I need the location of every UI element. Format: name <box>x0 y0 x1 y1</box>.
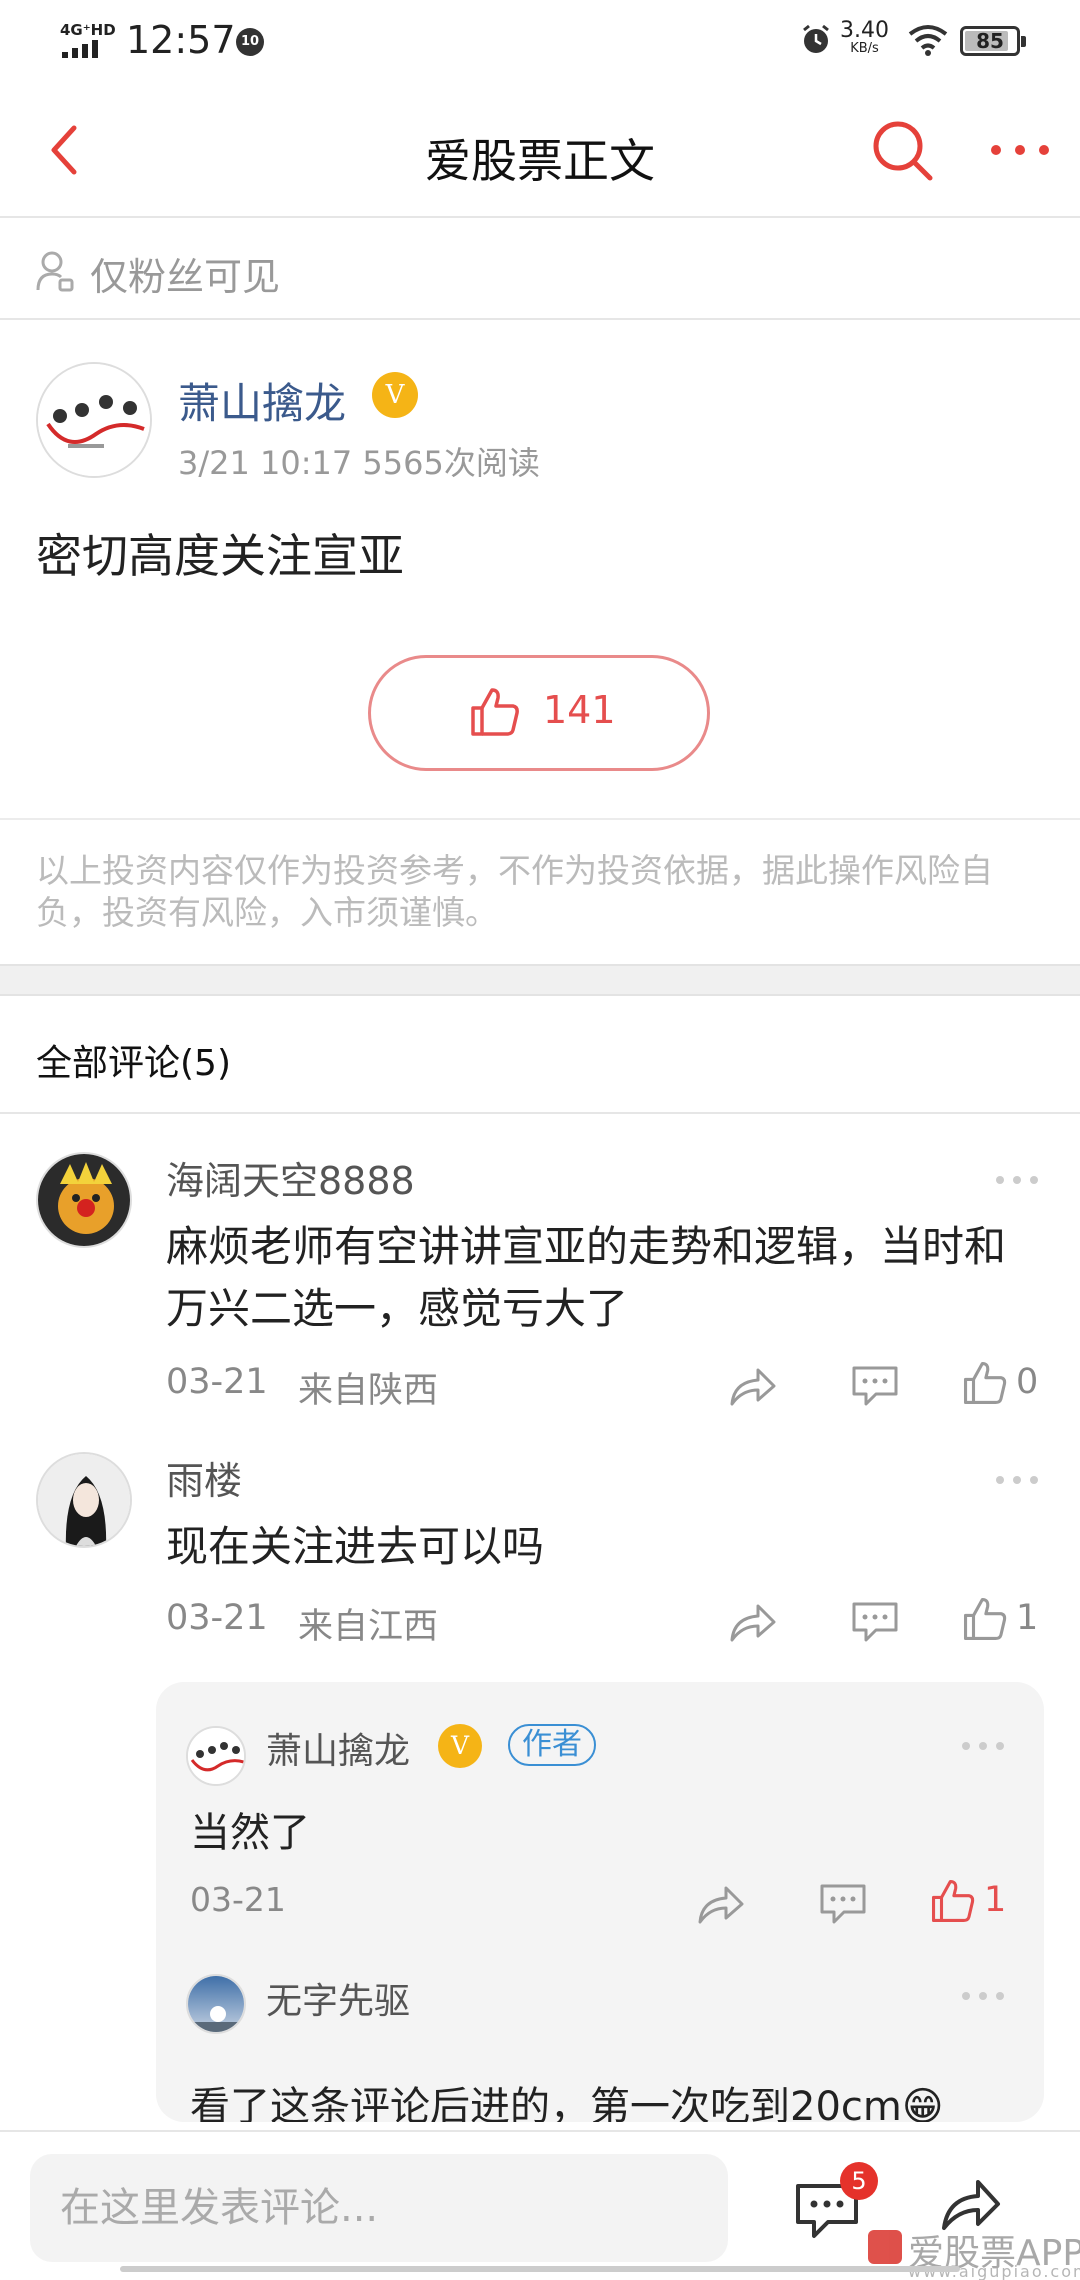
share-icon[interactable] <box>696 1882 746 1926</box>
disclaimer-section: 以上投资内容仅作为投资参考，不作为投资依据，据此操作风险自负，投资有风险，入市须… <box>0 818 1080 964</box>
reply-author-name[interactable]: 无字先驱 <box>266 1972 410 2024</box>
reply-avatar-image <box>188 1728 244 1784</box>
comment-item: 雨楼 现在关注进去可以吗 03-21 来自江西 1 <box>0 1450 1080 1680</box>
visibility-notice: 仅粉丝可见 <box>0 220 1080 320</box>
wifi-icon <box>908 25 948 56</box>
reply-date: 03-21 <box>190 1880 286 1919</box>
commenter-avatar-image <box>38 1454 130 1546</box>
commenter-avatar[interactable] <box>36 1452 132 1548</box>
post-author: 萧山擒龙 V 3/21 10:17 5565次阅读 <box>0 360 1080 490</box>
alarm-icon <box>803 24 829 53</box>
comment-date: 03-21 <box>166 1598 268 1638</box>
reply-avatar[interactable] <box>186 1974 246 2034</box>
commenter-name[interactable]: 海阔天空8888 <box>166 1150 415 1205</box>
network-indicator: 4G⁺HD <box>60 21 116 39</box>
battery-level: 85 <box>976 29 1004 53</box>
thumbs-up-icon <box>471 688 519 736</box>
comment-date: 03-21 <box>166 1362 268 1402</box>
speed-value: 3.40 <box>840 18 889 43</box>
reply-icon[interactable] <box>850 1364 900 1406</box>
user-lock-icon <box>36 251 74 292</box>
reply-avatar[interactable] <box>186 1726 246 1786</box>
speed-unit: KB/s <box>850 41 879 56</box>
comment-more-icon[interactable] <box>994 1174 1040 1186</box>
author-tag: 作者 <box>508 1724 596 1766</box>
commenter-name[interactable]: 雨楼 <box>166 1450 242 1505</box>
reply-icon[interactable] <box>850 1600 900 1642</box>
disclaimer-text: 以上投资内容仅作为投资参考，不作为投资依据，据此操作风险自负，投资有风险，入市须… <box>36 851 993 932</box>
bottom-bar: 在这里发表评论... 5 爱股票APP www.aigupiao.com <box>0 2130 1080 2280</box>
reply-author-name[interactable]: 萧山擒龙 <box>266 1722 410 1774</box>
top-nav-bar: 爱股票正文 <box>0 80 1080 218</box>
reply-like-count: 1 <box>984 1880 1007 1920</box>
network-speed: 3.40 KB/s <box>840 20 889 56</box>
author-avatar-image <box>38 364 150 476</box>
home-indicator[interactable] <box>120 2266 960 2272</box>
comments-header: 全部评论(5) <box>0 996 1080 1114</box>
reply-more-icon[interactable] <box>960 1740 1006 1752</box>
search-icon[interactable] <box>870 118 936 184</box>
signal-icon <box>62 40 98 58</box>
like-count: 141 <box>543 688 616 732</box>
visibility-label: 仅粉丝可见 <box>90 255 281 299</box>
comment-input[interactable]: 在这里发表评论... <box>30 2154 728 2262</box>
comment-more-icon[interactable] <box>994 1474 1040 1486</box>
app-logo-icon <box>868 2230 902 2264</box>
author-name[interactable]: 萧山擒龙 <box>178 370 346 431</box>
section-divider <box>0 964 1080 996</box>
clock: 12:57 <box>126 18 236 62</box>
replies-container: 萧山擒龙 V 作者 当然了 03-21 1 无字先驱 看了这条评论后进的，第一次… <box>156 1682 1044 2122</box>
thumbs-up-icon[interactable] <box>930 1878 976 1924</box>
more-icon[interactable] <box>988 140 1052 160</box>
status-bar: 4G⁺HD 12:57 10 3.40 KB/s 85 <box>0 0 1080 80</box>
author-avatar[interactable] <box>36 362 152 478</box>
thumbs-up-icon[interactable] <box>962 1360 1008 1406</box>
share-icon[interactable] <box>728 1364 778 1408</box>
comment-location: 来自陕西 <box>298 1371 439 1411</box>
comment-text: 麻烦老师有空讲讲宣亚的走势和逻辑，当时和万兴二选一，感觉亏大了 <box>166 1222 1007 1333</box>
like-button[interactable]: 141 <box>368 655 710 771</box>
comment-item: 海阔天空8888 麻烦老师有空讲讲宣亚的走势和逻辑，当时和万兴二选一，感觉亏大了… <box>0 1150 1080 1450</box>
comment-count-badge: 5 <box>840 2162 878 2200</box>
reply-text: 看了这条评论后进的，第一次吃到20cm😁 <box>190 2084 944 2122</box>
verified-badge-icon: V <box>438 1724 482 1768</box>
reply-avatar-image <box>188 1976 244 2032</box>
comment-location: 来自江西 <box>298 1607 439 1647</box>
battery-indicator: 85 <box>960 26 1026 56</box>
commenter-avatar[interactable] <box>36 1152 132 1248</box>
post-content: 密切高度关注宣亚 <box>36 529 404 583</box>
thumbs-up-icon[interactable] <box>962 1596 1008 1642</box>
share-icon[interactable] <box>728 1600 778 1644</box>
reply-text: 当然了 <box>190 1810 310 1856</box>
reply-icon[interactable] <box>818 1882 868 1924</box>
verified-badge-icon: V <box>372 372 418 418</box>
comment-like-count: 1 <box>1016 1598 1039 1638</box>
comment-text: 现在关注进去可以吗 <box>166 1522 545 1571</box>
comments-count-label: 全部评论(5) <box>36 1043 231 1084</box>
reply-more-icon[interactable] <box>960 1990 1006 2002</box>
notification-badge: 10 <box>236 28 264 56</box>
post-meta: 3/21 10:17 5565次阅读 <box>178 444 540 482</box>
commenter-avatar-image <box>38 1154 130 1246</box>
comment-like-count: 0 <box>1016 1362 1039 1402</box>
